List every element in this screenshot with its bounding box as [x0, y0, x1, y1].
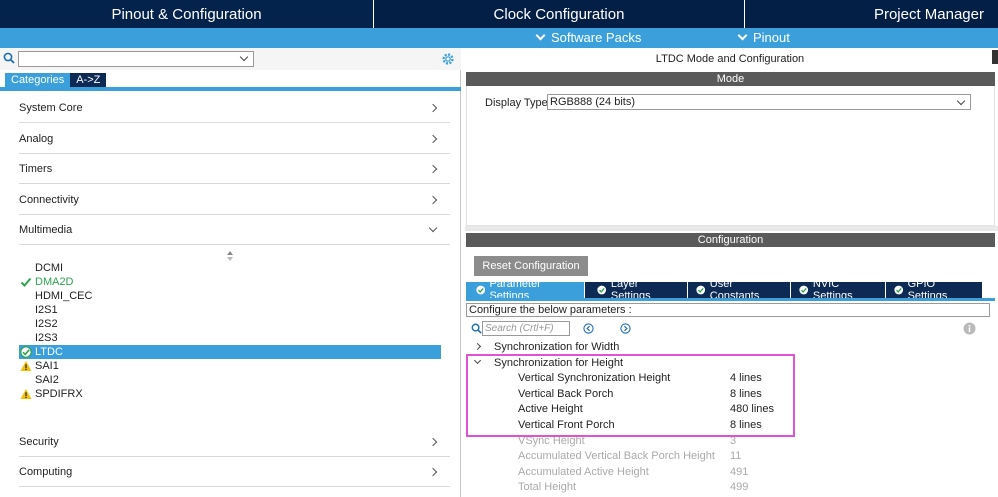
tab-layer-settings[interactable]: Layer Settings	[585, 278, 689, 302]
list-item-hdmi-cec[interactable]: HDMI_CEC	[19, 289, 441, 303]
param-row: Total Height 499	[518, 481, 749, 493]
list-item-sai1[interactable]: SAI1	[19, 359, 441, 373]
sub-menu-bar: Software Packs Pinout	[0, 28, 998, 48]
configure-hint: Configure the below parameters :	[466, 303, 990, 317]
categories-panel: Categories A->Z System Core Analog Timer…	[0, 48, 461, 497]
check-icon	[20, 277, 32, 287]
chevron-right-icon	[428, 195, 438, 204]
highlight-annotation	[466, 354, 795, 437]
tab-a-z[interactable]: A->Z	[70, 73, 107, 87]
configuration-header: Configuration	[466, 233, 995, 247]
chevron-right-icon[interactable]	[473, 342, 482, 351]
tab-clock-configuration[interactable]: Clock Configuration	[374, 0, 745, 28]
tab-project-manager[interactable]: Project Manager	[745, 0, 998, 28]
group-sync-width[interactable]: Synchronization for Width	[473, 340, 619, 354]
search-next-icon[interactable]	[620, 323, 631, 334]
chevron-right-icon	[428, 164, 438, 173]
mode-header: Mode	[466, 72, 995, 86]
category-search-row	[0, 48, 461, 70]
list-item-i2s3[interactable]: I2S3	[19, 331, 441, 345]
category-search-input[interactable]	[18, 51, 254, 67]
category-view-tabs: Categories A->Z	[5, 73, 107, 87]
category-analog[interactable]: Analog	[19, 124, 450, 154]
list-item-dcmi[interactable]: DCMI	[19, 261, 441, 275]
chevron-down-icon	[535, 30, 546, 41]
panel-title: LTDC Mode and Configuration	[655, 53, 805, 65]
search-icon	[471, 323, 482, 334]
chevron-right-icon	[428, 437, 438, 446]
chevron-down-icon	[737, 30, 748, 41]
tab-categories[interactable]: Categories	[5, 73, 71, 87]
parameter-search-input[interactable]: Search (Crtl+F)	[482, 321, 570, 336]
warning-icon	[20, 361, 32, 371]
param-row: Accumulated Vertical Back Porch Height 1…	[518, 450, 742, 462]
check-circle-icon	[20, 346, 32, 358]
tab-parameter-settings[interactable]: Parameter Settings	[466, 278, 586, 302]
search-previous-icon[interactable]	[583, 323, 594, 334]
check-circle-icon	[799, 285, 809, 295]
list-item-ltdc[interactable]: LTDC	[19, 345, 441, 359]
category-connectivity[interactable]: Connectivity	[19, 185, 450, 215]
list-item-i2s1[interactable]: I2S1	[19, 303, 441, 317]
gear-icon[interactable]	[441, 52, 455, 66]
list-item-sai2[interactable]: SAI2	[19, 373, 441, 387]
chevron-right-icon	[428, 134, 438, 143]
check-circle-icon	[696, 285, 706, 295]
category-system-core[interactable]: System Core	[19, 93, 450, 123]
check-circle-icon	[597, 285, 607, 295]
chevron-right-icon	[428, 103, 438, 112]
category-computing[interactable]: Computing	[19, 457, 450, 487]
search-icon	[3, 52, 15, 64]
reset-configuration-button[interactable]: Reset Configuration	[474, 256, 588, 276]
display-type-select[interactable]: RGB888 (24 bits)	[547, 94, 971, 110]
check-circle-icon	[894, 285, 904, 295]
param-row: Accumulated Active Height 491	[518, 466, 749, 478]
divider	[466, 298, 995, 301]
list-item-i2s2[interactable]: I2S2	[19, 317, 441, 331]
pinout-menu[interactable]: Pinout	[737, 30, 790, 45]
tab-nvic-settings[interactable]: NVIC Settings	[791, 278, 887, 302]
check-circle-icon	[476, 285, 486, 295]
chevron-down-icon	[428, 223, 438, 232]
tab-user-constants[interactable]: User Constants	[688, 278, 792, 302]
warning-icon	[20, 389, 32, 399]
category-multimedia[interactable]: Multimedia	[19, 215, 450, 245]
list-item-dma2d[interactable]: DMA2D	[19, 275, 441, 289]
list-item-spdifrx[interactable]: SPDIFRX	[19, 387, 441, 401]
chevron-right-icon	[428, 467, 438, 476]
scrollbar-arrow[interactable]	[992, 50, 998, 64]
divider	[465, 226, 998, 231]
divider	[0, 87, 461, 91]
info-icon[interactable]	[963, 322, 976, 335]
tab-pinout-configuration[interactable]: Pinout & Configuration	[0, 0, 374, 28]
sort-icon[interactable]	[226, 251, 234, 261]
software-packs-menu[interactable]: Software Packs	[535, 30, 641, 45]
chevron-down-icon[interactable]	[956, 96, 966, 106]
category-timers[interactable]: Timers	[19, 154, 450, 184]
main-tab-bar: Pinout & Configuration Clock Configurati…	[0, 0, 998, 28]
tab-gpio-settings[interactable]: GPIO Settings	[886, 278, 982, 302]
param-row: VSync Height 3	[518, 435, 737, 447]
chevron-down-icon[interactable]	[239, 52, 249, 62]
display-type-label: Display Type	[485, 97, 548, 109]
category-security[interactable]: Security	[19, 427, 450, 457]
parameter-tab-bar: Parameter Settings Layer Settings User C…	[466, 278, 982, 302]
